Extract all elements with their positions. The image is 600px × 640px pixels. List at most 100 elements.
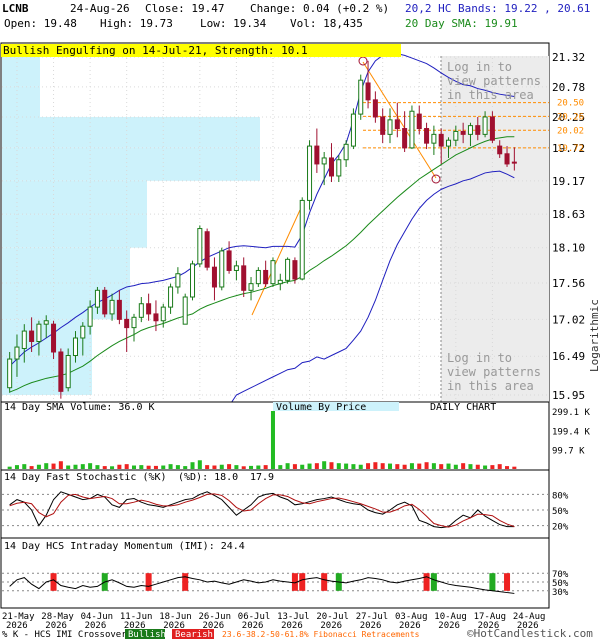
volume-bar: [256, 465, 261, 469]
volume-bar: [153, 465, 158, 469]
login-watermark-bottom-1[interactable]: Log in to: [447, 351, 512, 365]
candle-body: [255, 269, 261, 285]
candle-body: [36, 323, 42, 342]
price-tick-label: 16.49: [552, 350, 585, 363]
candle-body: [219, 250, 225, 288]
candle-body: [146, 303, 152, 315]
header-close: Close: 19.47: [145, 2, 224, 15]
candle-body: [365, 82, 371, 101]
volume-bar: [453, 464, 458, 469]
candle-body: [72, 337, 78, 357]
candle-body: [504, 153, 510, 165]
volume-bar: [300, 464, 305, 469]
volume-bar: [219, 464, 224, 469]
volume-bar: [483, 465, 488, 469]
stochastic-tick-label: 50%: [552, 507, 569, 517]
volume-bar: [285, 463, 290, 469]
imi-bearish-marker: [423, 573, 430, 591]
candle-body: [124, 318, 130, 329]
candle-body: [168, 286, 174, 308]
header-vol: Vol: 18,435: [290, 17, 363, 30]
header-low: Low: 19.34: [200, 17, 267, 30]
candle-body: [197, 228, 203, 265]
volume-bar: [351, 464, 356, 469]
volume-bar: [197, 460, 202, 469]
login-watermark-bottom-2[interactable]: view patterns: [447, 365, 541, 379]
imi-bearish-marker: [182, 573, 189, 591]
candle-body: [80, 325, 86, 339]
candle-body: [438, 133, 444, 147]
volume-bar: [439, 464, 444, 469]
price-tick-label: 19.17: [552, 175, 585, 188]
stochastic-d-label: (%D): 18.0: [178, 472, 238, 483]
vbp-label: Volume By Price: [276, 402, 366, 413]
candle-body: [87, 306, 93, 327]
volume-bar: [190, 462, 195, 469]
candle-body: [109, 299, 115, 315]
imi-bearish-marker: [145, 573, 152, 591]
candle-body: [51, 323, 57, 353]
header-bands: 20,2 HC Bands: 19.22 , 20.61: [405, 2, 590, 15]
candle-body: [394, 119, 400, 130]
volume-bar: [468, 464, 473, 469]
header-open: Open: 19.48: [4, 17, 77, 30]
price-tick-label: 17.56: [552, 277, 585, 290]
candle-body: [102, 289, 108, 315]
price-tick-label: 18.63: [552, 208, 585, 221]
candle-body: [409, 110, 415, 149]
candle-body: [489, 116, 495, 141]
login-watermark-top-2[interactable]: view patterns: [447, 74, 541, 88]
date-axis: 21-May202628-May202604-Jun202611-Jun2026…: [2, 612, 545, 631]
volume-bar: [183, 466, 188, 469]
header-date: 24-Aug-26: [70, 2, 130, 15]
bullish-legend-label: Bullish: [128, 630, 166, 640]
candle-body: [116, 299, 122, 320]
volume-bar: [395, 464, 400, 469]
header-sma: 20 Day SMA: 19.91: [405, 17, 518, 30]
volume-bar: [73, 464, 78, 469]
pattern-banner-text: Bullish Engulfing on 14-Jul-21, Strength…: [3, 44, 308, 57]
fib-legend: 23.6-38.2-50-61.8% Fibonacci Retracement…: [222, 630, 420, 639]
header-high: High: 19.73: [100, 17, 173, 30]
price-tick-label: 20.78: [552, 81, 585, 94]
volume-bar: [322, 461, 327, 469]
candle-body: [190, 263, 196, 298]
volume-bar: [446, 463, 451, 469]
candle-body: [43, 320, 49, 325]
stochastic-axis-ticks: 80% 50% 20%: [552, 491, 569, 532]
login-watermark-bottom-3[interactable]: in this area: [447, 379, 534, 393]
volume-bar: [358, 464, 363, 469]
site-credit[interactable]: ©HotCandlestick.com: [467, 627, 593, 640]
login-watermark-top-1[interactable]: Log in to: [447, 60, 512, 74]
volume-bar: [88, 463, 93, 469]
volume-bar: [249, 465, 254, 469]
volume-bar: [124, 464, 129, 469]
daily-chart-label: DAILY CHART: [430, 402, 496, 413]
volume-bar: [278, 465, 283, 469]
volume-bar: [417, 463, 422, 469]
candle-body: [307, 145, 313, 201]
volume-bar: [497, 464, 502, 469]
candle-body: [182, 296, 188, 325]
bearish-legend-label: Bearish: [175, 630, 213, 640]
login-watermark-top-3[interactable]: in this area: [447, 88, 534, 102]
candle-body: [14, 346, 20, 360]
volume-tick-label: 199.4 K: [552, 427, 591, 437]
candle-body: [475, 125, 481, 135]
volume-bar: [212, 465, 217, 469]
candle-body: [380, 116, 386, 135]
candle-body: [387, 119, 393, 135]
imi-axis-ticks: 70%50%30%: [552, 570, 569, 598]
vbp-bar: [2, 86, 40, 117]
vbp-bar: [2, 116, 260, 148]
vbp-bar: [2, 147, 260, 181]
volume-bar: [431, 463, 436, 469]
volume-bar: [307, 463, 312, 469]
volume-tick-label: 99.7 K: [552, 447, 585, 457]
price-tick-label: 18.10: [552, 242, 585, 255]
volume-bar: [102, 466, 107, 469]
candle-body: [431, 133, 437, 144]
imi-title: 14 Day HCS Intraday Momentum (IMI): 24.4: [4, 541, 245, 552]
candle-body: [299, 199, 305, 280]
candle-body: [482, 116, 488, 135]
